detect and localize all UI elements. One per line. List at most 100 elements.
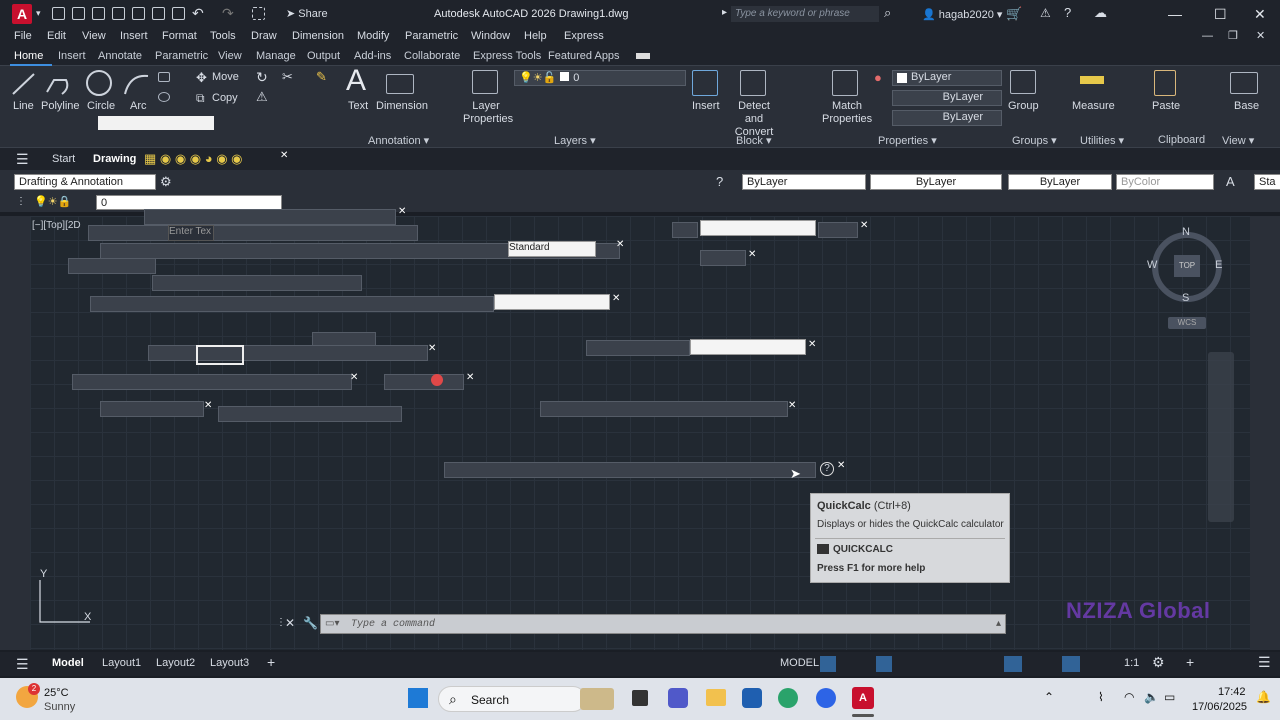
help-search-input[interactable]: Type a keyword or phrase <box>731 6 879 22</box>
teams-icon[interactable] <box>668 688 688 708</box>
close-icon[interactable]: ✕ <box>612 293 620 304</box>
modify-toolbar-vertical[interactable] <box>1250 216 1280 650</box>
ribbon-toggle-icon[interactable] <box>636 53 650 59</box>
close-icon[interactable]: ✕ <box>837 460 845 471</box>
add-layout-icon[interactable]: + <box>267 654 275 670</box>
close-icon[interactable]: ✕ <box>788 400 796 411</box>
menu-icon[interactable]: ☰ <box>16 151 29 168</box>
close-icon[interactable]: ✕ <box>808 339 816 350</box>
cart-icon[interactable]: 🛒 <box>1006 6 1022 22</box>
rectangle-icon[interactable] <box>158 72 170 82</box>
gear-icon[interactable]: ⚙ <box>160 174 172 190</box>
close-icon[interactable]: ✕ <box>398 206 406 217</box>
menu-dimension[interactable]: Dimension <box>292 30 344 42</box>
clipboard-panel-title[interactable]: Clipboard <box>1158 134 1205 146</box>
copy-icon[interactable]: ⧉ <box>196 91 205 106</box>
network-icon[interactable]: ⌇ <box>1098 690 1104 704</box>
arc-icon[interactable] <box>122 70 152 98</box>
tab-parametric[interactable]: Parametric <box>155 50 208 62</box>
tab-model[interactable]: Model <box>52 657 84 669</box>
floating-toolbar-dimension[interactable] <box>72 374 352 390</box>
floating-toolbar-text-edit[interactable] <box>218 406 402 422</box>
lineweight-combo[interactable]: ByLayer <box>892 110 1002 126</box>
edge-icon[interactable] <box>778 688 798 708</box>
erase-icon[interactable]: ✎ <box>316 69 327 85</box>
help-icon[interactable]: ? <box>1064 5 1071 20</box>
drawing-tab[interactable]: Drawing <box>93 153 136 165</box>
battery-icon[interactable]: ▭ <box>1164 690 1175 704</box>
open-icon[interactable] <box>72 7 85 20</box>
compass-south[interactable]: S <box>1182 292 1189 304</box>
tab-collaborate[interactable]: Collaborate <box>404 50 460 62</box>
rotate-icon[interactable]: ↻ <box>256 69 268 86</box>
block-panel-title[interactable]: Block ▾ <box>736 134 771 147</box>
move-icon[interactable]: ✥ <box>196 70 207 86</box>
linetype-control[interactable]: ByLayer <box>870 174 1002 190</box>
clock-time[interactable]: 17:42 <box>1218 686 1246 698</box>
cloud-icon[interactable]: ☁ <box>1094 5 1107 21</box>
menu-express[interactable]: Express <box>564 30 604 42</box>
match-properties-icon[interactable] <box>832 70 858 96</box>
ellipse-icon[interactable] <box>158 92 170 102</box>
save-as-icon[interactable] <box>112 7 125 20</box>
floating-toolbar-pan-zoom[interactable] <box>586 340 690 356</box>
color-control[interactable]: ByLayer <box>742 174 866 190</box>
redo-icon[interactable]: ↷ <box>222 5 234 22</box>
group-icon[interactable] <box>1010 70 1036 94</box>
detect-convert-icon[interactable] <box>740 70 766 96</box>
utilities-panel-title[interactable]: Utilities ▾ <box>1080 134 1124 147</box>
tab-output[interactable]: Output <box>307 50 340 62</box>
viewport-controls[interactable]: [−][Top][2D <box>32 220 81 231</box>
lineweight-control[interactable]: ByLayer <box>1008 174 1112 190</box>
mirror-icon[interactable]: ⚠ <box>256 89 268 105</box>
stop-icon[interactable] <box>431 374 443 386</box>
layer-dropdown[interactable]: 0 <box>96 195 282 210</box>
layer-combo[interactable]: 💡☀🔓 0 <box>514 70 686 86</box>
menu-edit[interactable]: Edit <box>47 30 66 42</box>
menu-icon[interactable]: ☰ <box>16 656 29 673</box>
tab-insert[interactable]: Insert <box>58 50 86 62</box>
menu-file[interactable]: File <box>14 30 32 42</box>
navigation-bar[interactable] <box>1208 352 1234 522</box>
draw-toolbar-vertical[interactable] <box>0 216 30 650</box>
windows-start-icon[interactable] <box>408 688 428 708</box>
autocad-app-button[interactable]: A <box>12 4 32 24</box>
paste-icon[interactable] <box>1154 70 1176 96</box>
menu-parametric[interactable]: Parametric <box>405 30 458 42</box>
close-icon[interactable]: ✕ <box>428 343 436 354</box>
tab-layout3[interactable]: Layout3 <box>210 657 249 669</box>
web-save-icon[interactable] <box>132 7 145 20</box>
floating-toolbar-modify[interactable] <box>144 209 396 225</box>
annotation-scale[interactable]: 1:1 <box>1124 657 1139 669</box>
close-icon[interactable]: ✕ <box>350 372 358 383</box>
circle-icon[interactable] <box>84 68 114 98</box>
properties-panel-title[interactable]: Properties ▾ <box>878 134 937 147</box>
store-icon[interactable] <box>742 688 762 708</box>
chevron-up-icon[interactable]: ▴ <box>996 618 1001 630</box>
floating-toolbar-orbit[interactable] <box>100 401 204 417</box>
chevron-up-icon[interactable]: ⌃ <box>1044 690 1054 704</box>
close-command-icon[interactable]: ✕ <box>285 616 295 630</box>
dimstyle-combo[interactable]: Standard <box>508 241 596 257</box>
upload-icon[interactable] <box>152 7 165 20</box>
model-space-button[interactable]: MODEL <box>780 657 819 669</box>
dimension-icon[interactable] <box>386 74 414 94</box>
wrench-icon[interactable]: 🔧 <box>303 616 318 630</box>
tab-home[interactable]: Home <box>14 50 43 62</box>
gear-icon[interactable]: ⚙ <box>1152 654 1165 671</box>
menu-draw[interactable]: Draw <box>251 30 277 42</box>
tab-manage[interactable]: Manage <box>256 50 296 62</box>
wcs-menu[interactable]: WCS <box>1168 317 1206 329</box>
view-panel-title[interactable]: View ▾ <box>1222 134 1254 147</box>
tab-view[interactable]: View <box>218 50 242 62</box>
search-icon[interactable]: ⌕ <box>884 5 891 21</box>
menu-window[interactable]: Window <box>471 30 510 42</box>
clock-date[interactable]: 17/06/2025 <box>1192 701 1247 713</box>
workspace-combo[interactable]: Drafting & Annotation <box>14 174 156 190</box>
menu-view[interactable]: View <box>82 30 106 42</box>
volume-icon[interactable]: 🔈 <box>1144 690 1159 704</box>
close-icon[interactable]: ✕ <box>466 372 474 383</box>
polyline-icon[interactable] <box>44 70 72 98</box>
notifications-icon[interactable]: 🔔 <box>1256 690 1271 704</box>
floating-toolbar-text[interactable] <box>88 225 418 241</box>
